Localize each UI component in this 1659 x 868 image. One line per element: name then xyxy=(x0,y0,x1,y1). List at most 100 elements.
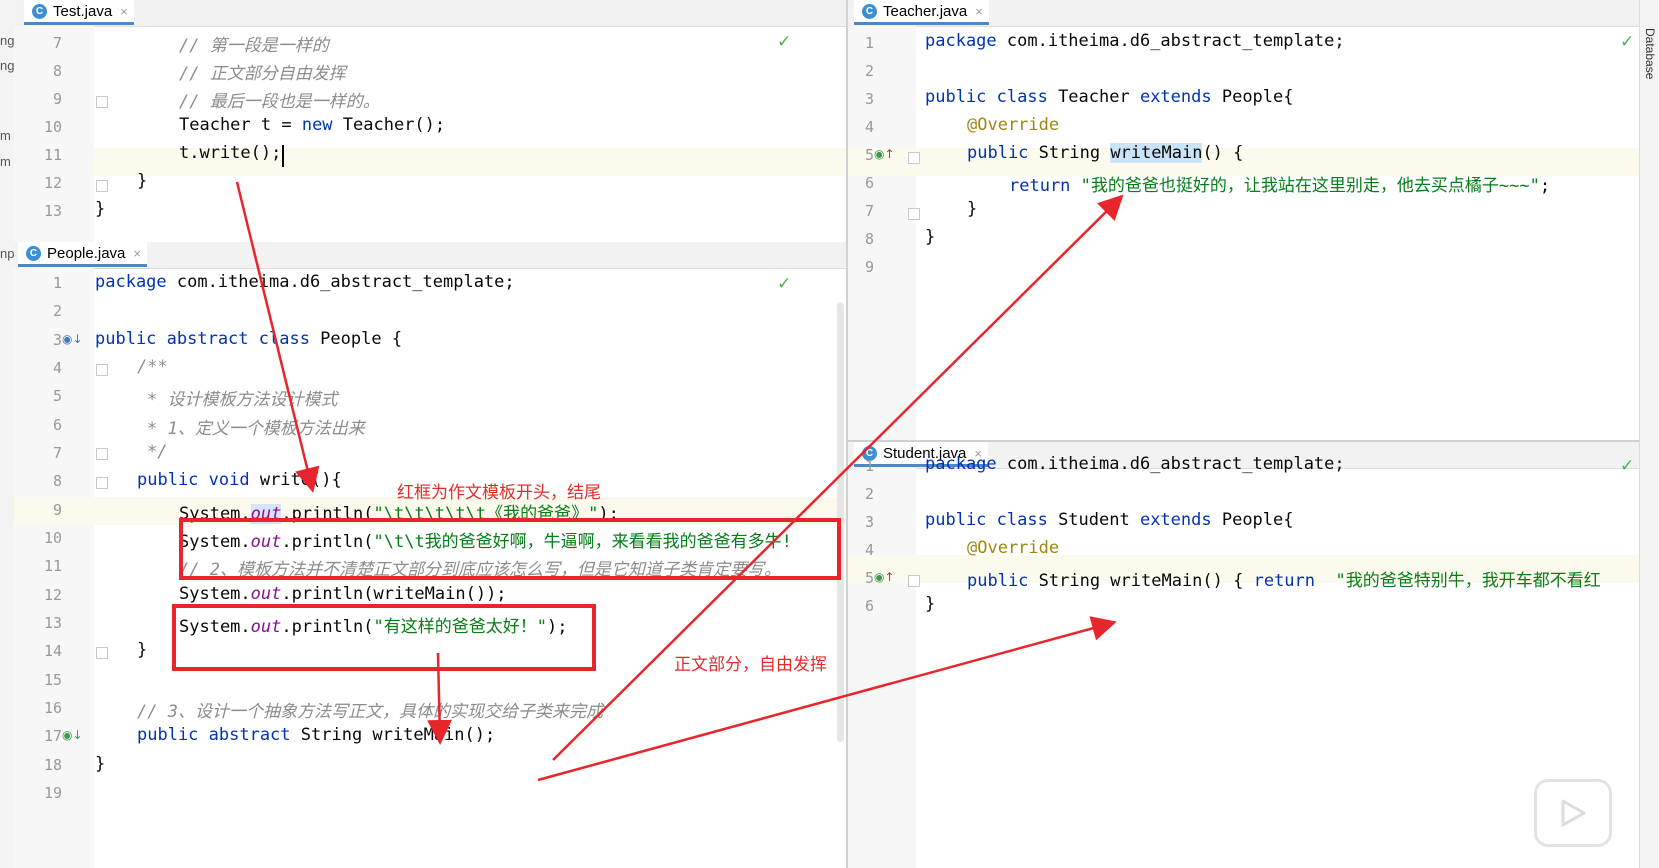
line-number: 6 xyxy=(864,174,874,192)
code-comment: /** xyxy=(137,357,168,377)
inspection-ok-icon[interactable]: ✓ xyxy=(777,32,791,52)
line-number: 1 xyxy=(864,34,874,52)
left-fragment: m xyxy=(0,154,11,169)
line-number: 2 xyxy=(52,302,62,320)
code-line: public class Student extends People{ xyxy=(925,510,1294,530)
close-tab-icon[interactable]: × xyxy=(120,4,128,19)
text-caret xyxy=(282,145,284,167)
line-number: 14 xyxy=(43,642,62,660)
tab-test-java[interactable]: C Test.java × xyxy=(24,0,134,25)
line-number: 3 xyxy=(864,90,874,108)
tab-teacher-java[interactable]: C Teacher.java × xyxy=(854,0,989,25)
inspection-ok-icon[interactable]: ✓ xyxy=(777,274,791,294)
line-number: 4 xyxy=(864,541,874,559)
code-line: public String writeMain() { return "我的爸爸… xyxy=(967,571,1601,591)
code-line: System.out.println(writeMain()); xyxy=(179,584,507,604)
fold-marker-icon[interactable] xyxy=(96,647,108,659)
code-comment: * 设计模板方法设计模式 xyxy=(147,390,338,410)
code-comment: * 1、定义一个模板方法出来 xyxy=(147,419,365,439)
code-line: t.write(); xyxy=(179,143,282,163)
line-number: 3 xyxy=(52,331,62,349)
code-comment: // 3、设计一个抽象方法写正文，具体的实现交给子类来完成 xyxy=(137,702,603,722)
tab-label: Test.java xyxy=(53,2,113,20)
line-number: 5 xyxy=(864,569,874,587)
fold-marker-icon[interactable] xyxy=(96,96,108,108)
teacher-tabbar: C Teacher.java × xyxy=(848,0,1639,27)
line-number: 19 xyxy=(43,784,62,802)
line-number: 7 xyxy=(52,444,62,462)
code-brace: } xyxy=(137,171,148,191)
teacher-editor-pane: C Teacher.java × 1 2 3 4 5 6 7 8 9 ◉↑ pa… xyxy=(848,0,1639,442)
test-tabbar: C Test.java × xyxy=(14,0,846,27)
tab-label: People.java xyxy=(47,244,126,262)
template-tail-highlight-box xyxy=(172,604,596,671)
line-number: 11 xyxy=(43,557,62,575)
line-number: 7 xyxy=(52,34,62,52)
line-number: 9 xyxy=(52,501,62,519)
line-number: 13 xyxy=(43,614,62,632)
line-number: 7 xyxy=(864,202,874,220)
code-line: Teacher t = new Teacher(); xyxy=(179,115,446,135)
code-brace: } xyxy=(925,594,936,614)
line-number: 5 xyxy=(52,387,62,405)
line-number: 3 xyxy=(864,513,874,531)
code-line: package com.itheima.d6_abstract_template… xyxy=(95,272,515,292)
tab-label: Teacher.java xyxy=(883,2,968,20)
line-number: 10 xyxy=(43,529,62,547)
code-line: package com.itheima.d6_abstract_template… xyxy=(925,31,1345,51)
fold-marker-icon[interactable] xyxy=(96,180,108,192)
video-play-icon[interactable] xyxy=(1534,779,1612,847)
override-gutter-icon[interactable]: ◉↑ xyxy=(874,147,895,161)
code-brace: } xyxy=(925,227,936,247)
implemented-gutter-icon[interactable]: ◉↓ xyxy=(62,728,83,742)
override-gutter-icon[interactable]: ◉↑ xyxy=(874,570,895,584)
line-number: 1 xyxy=(52,274,62,292)
database-tool-button[interactable]: Database xyxy=(1643,28,1657,79)
line-number: 8 xyxy=(52,472,62,490)
line-number: 11 xyxy=(43,146,62,164)
code-line: public abstract String writeMain(); xyxy=(137,725,496,745)
code-comment: // 正文部分自由发挥 xyxy=(179,64,346,84)
fold-marker-icon[interactable] xyxy=(96,364,108,376)
fold-marker-icon[interactable] xyxy=(908,208,920,220)
code-comment: // 最后一段也是一样的。 xyxy=(179,92,380,112)
inspection-ok-icon[interactable]: ✓ xyxy=(1620,32,1634,52)
student-editor-pane: C Student.java × 1 2 3 4 5 6 ◉↑ package … xyxy=(848,442,1639,868)
left-fragment: ng xyxy=(0,58,15,73)
java-class-icon: C xyxy=(862,3,877,19)
code-line: public String writeMain() { xyxy=(967,143,1244,163)
line-number: 8 xyxy=(864,230,874,248)
close-tab-icon[interactable]: × xyxy=(975,4,983,19)
annotation-label-body: 正文部分，自由发挥 xyxy=(674,655,827,675)
tab-people-java[interactable]: C People.java × xyxy=(18,242,147,267)
code-brace: } xyxy=(967,199,978,219)
line-number: 5 xyxy=(864,146,874,164)
line-number: 12 xyxy=(43,586,62,604)
code-line: return "我的爸爸也挺好的，让我站在这里别走，他去买点橘子~~~"; xyxy=(1009,176,1551,196)
line-number: 12 xyxy=(43,174,62,192)
close-tab-icon[interactable]: × xyxy=(133,246,141,261)
left-fragment: m xyxy=(0,128,11,143)
left-fragment: np xyxy=(0,246,15,261)
java-class-icon: C xyxy=(32,3,47,19)
inspection-ok-icon[interactable]: ✓ xyxy=(1620,456,1634,476)
code-line: public class Teacher extends People{ xyxy=(925,87,1294,107)
fold-marker-icon[interactable] xyxy=(96,448,108,460)
fold-marker-icon[interactable] xyxy=(908,152,920,164)
left-edge-strip: ng ng m m np xyxy=(0,0,15,868)
line-number: 4 xyxy=(864,118,874,136)
line-number: 15 xyxy=(43,671,62,689)
fold-marker-icon[interactable] xyxy=(96,477,108,489)
implemented-gutter-icon[interactable]: ◉↓ xyxy=(62,332,83,346)
code-line: public abstract class People { xyxy=(95,329,403,349)
code-comment: // 第一段是一样的 xyxy=(179,36,329,56)
code-brace: } xyxy=(95,754,106,774)
code-annotation: @Override xyxy=(967,115,1060,135)
line-number: 2 xyxy=(864,485,874,503)
line-number: 6 xyxy=(52,416,62,434)
line-number: 1 xyxy=(864,457,874,475)
code-annotation: @Override xyxy=(967,538,1060,558)
code-line: public void write(){ xyxy=(137,470,342,490)
template-head-highlight-box xyxy=(179,518,841,580)
fold-marker-icon[interactable] xyxy=(908,575,920,587)
